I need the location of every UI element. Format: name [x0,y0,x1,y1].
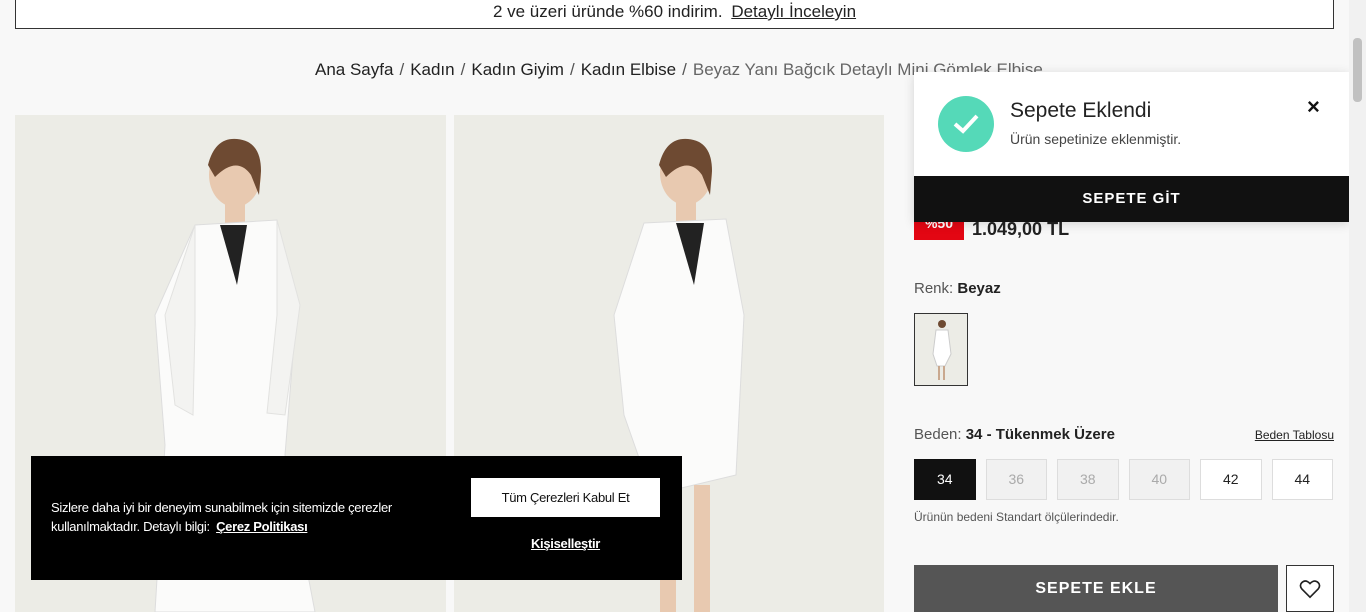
breadcrumb-home[interactable]: Ana Sayfa [315,60,393,79]
color-swatch-white[interactable] [914,313,968,386]
close-icon[interactable]: × [1307,94,1320,120]
accept-all-cookies-button[interactable]: Tüm Çerezleri Kabul Et [471,478,660,517]
size-options: 34 36 38 40 42 44 [914,459,1333,500]
breadcrumb-women-dress[interactable]: Kadın Elbise [581,60,676,79]
toast-message: Ürün sepetinize eklenmiştir. [1010,131,1182,147]
added-to-cart-toast: Sepete Eklendi Ürün sepetinize eklenmişt… [914,72,1349,222]
cookie-text-block: Sizlere daha iyi bir deneyim sunabilmek … [51,498,461,536]
promo-details-link[interactable]: Detaylı İnceleyin [731,2,856,21]
success-icon [938,96,994,152]
size-value: 34 - Tükenmek Üzere [965,426,1115,443]
breadcrumb-women-clothing[interactable]: Kadın Giyim [471,60,564,79]
cookie-policy-link[interactable]: Çerez Politikası [216,519,308,534]
size-option-34[interactable]: 34 [914,459,976,500]
add-to-cart-button[interactable]: SEPETE EKLE [914,565,1278,612]
size-chart-link[interactable]: Beden Tablosu [1255,428,1334,442]
page-scrollbar[interactable] [1349,0,1366,612]
breadcrumb-separator: / [569,60,575,79]
breadcrumb-separator: / [399,60,405,79]
cookie-banner: Sizlere daha iyi bir deneyim sunabilmek … [31,456,682,580]
promo-bar: 2 ve üzeri üründe %60 indirim. Detaylı İ… [15,0,1334,29]
breadcrumb-women[interactable]: Kadın [410,60,454,79]
toast-title: Sepete Eklendi [1010,99,1152,122]
promo-text: 2 ve üzeri üründe %60 indirim. [492,2,723,21]
size-note: Ürünün bedeni Standart ölçülerindedir. [914,510,1119,524]
scrollbar-thumb[interactable] [1353,38,1362,102]
size-row: Beden: 34 - Tükenmek Üzere [914,426,1115,443]
customize-cookies-link[interactable]: Kişiselleştir [471,536,660,551]
breadcrumb-separator: / [682,60,687,79]
size-option-40[interactable]: 40 [1128,459,1190,500]
size-option-42[interactable]: 42 [1200,459,1262,500]
color-label: Renk: [914,280,954,297]
swatch-thumbnail [915,314,967,385]
breadcrumb-separator: / [460,60,466,79]
color-row: Renk: Beyaz [914,280,1001,297]
size-option-44[interactable]: 44 [1271,459,1333,500]
color-value: Beyaz [957,280,1001,297]
check-icon [953,114,979,134]
heart-icon [1299,579,1321,598]
favorite-button[interactable] [1286,565,1334,612]
size-label: Beden: [914,426,962,443]
go-to-cart-button[interactable]: SEPETE GİT [914,176,1349,222]
product-price: 1.049,00 TL [972,219,1070,239]
size-option-36[interactable]: 36 [985,459,1047,500]
size-option-38[interactable]: 38 [1057,459,1119,500]
